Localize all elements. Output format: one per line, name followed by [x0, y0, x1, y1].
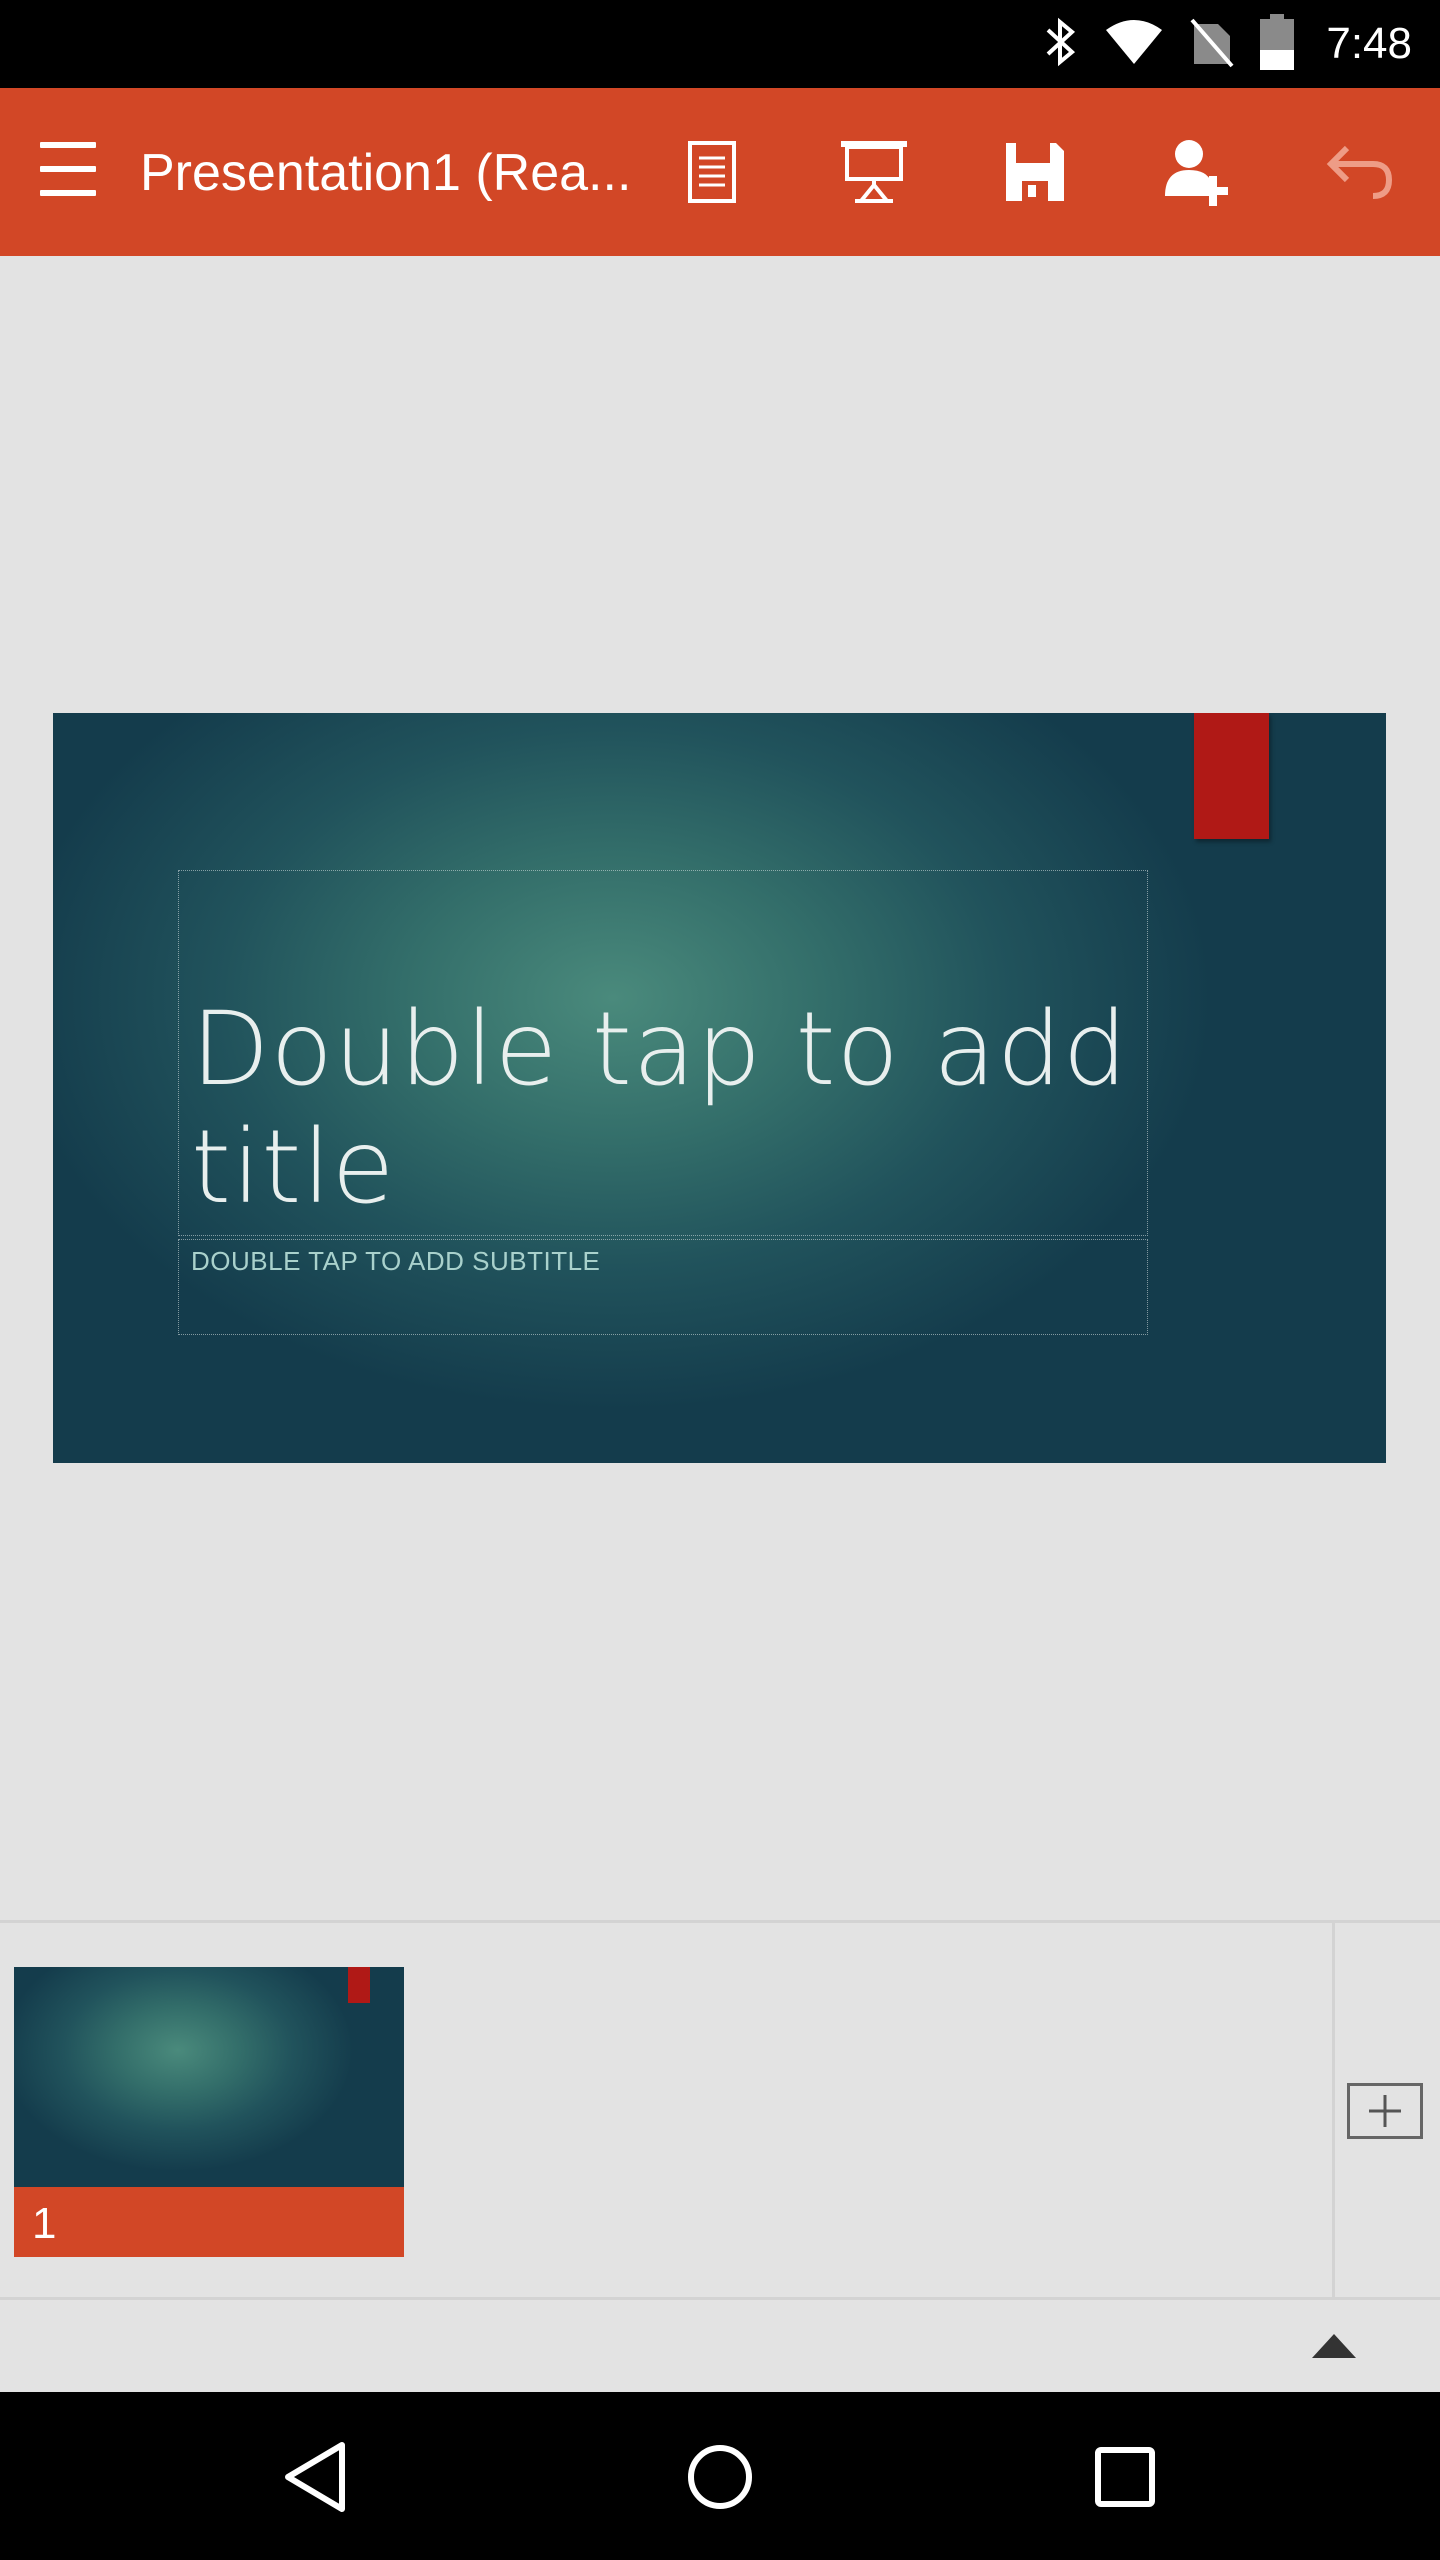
present-icon[interactable] [826, 124, 922, 220]
wifi-icon [1104, 18, 1164, 70]
battery-icon [1260, 14, 1295, 74]
no-sim-icon [1190, 16, 1234, 72]
recents-icon[interactable] [1080, 2432, 1170, 2522]
save-icon[interactable] [987, 124, 1083, 220]
expand-up-icon[interactable] [1312, 2334, 1356, 2358]
thumbnail-number: 1 [14, 2187, 404, 2257]
menu-button[interactable] [38, 142, 102, 202]
status-bar: 7:48 [0, 0, 1440, 88]
share-person-icon[interactable] [1150, 124, 1246, 220]
subtitle-placeholder[interactable]: DOUBLE TAP TO ADD SUBTITLE [178, 1239, 1148, 1335]
subtitle-placeholder-text: DOUBLE TAP TO ADD SUBTITLE [191, 1246, 601, 1276]
bluetooth-icon [1042, 16, 1078, 72]
plus-icon [1369, 2095, 1401, 2127]
notes-icon[interactable] [664, 124, 760, 220]
slide-accent-shape [1194, 713, 1269, 839]
app-bar: Presentation1 (Rea... [0, 88, 1440, 256]
thumbnail-image [14, 1967, 404, 2187]
divider [1332, 1923, 1335, 2300]
undo-icon[interactable] [1310, 124, 1406, 220]
document-title[interactable]: Presentation1 (Rea... [140, 138, 630, 208]
thumbnail-accent-shape [348, 1967, 370, 2003]
slide[interactable]: Double tap to add title DOUBLE TAP TO AD… [53, 713, 1386, 1463]
slide-canvas[interactable]: Double tap to add title DOUBLE TAP TO AD… [0, 256, 1440, 1920]
slide-thumbnail-strip: 1 [0, 1920, 1440, 2300]
status-icons: 7:48 [1042, 0, 1412, 88]
back-icon[interactable] [270, 2432, 360, 2522]
home-icon[interactable] [675, 2432, 765, 2522]
navigation-bar [0, 2392, 1440, 2560]
title-placeholder-text: Double tap to add title [191, 990, 1129, 1227]
status-time: 7:48 [1326, 19, 1412, 68]
slide-thumbnail[interactable]: 1 [14, 1967, 404, 2257]
bottom-panel-bar [0, 2300, 1440, 2392]
title-placeholder[interactable]: Double tap to add title [178, 870, 1148, 1236]
add-slide-button[interactable] [1347, 2083, 1423, 2139]
